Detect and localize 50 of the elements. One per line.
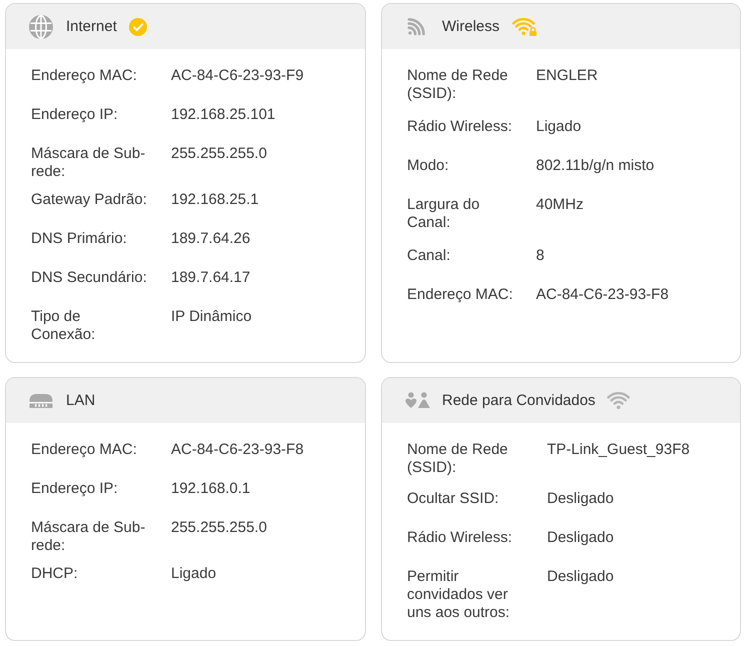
field-label: Endereço IP:	[31, 480, 119, 498]
field-value: 192.168.25.101	[171, 106, 276, 124]
field-label: Nome de Rede (SSID):	[407, 441, 509, 477]
router-icon	[29, 393, 53, 408]
field-value: Desligado	[547, 490, 614, 508]
field-label: Máscara de Sub-rede:	[31, 519, 146, 555]
card-title: LAN	[66, 392, 96, 410]
field-value: 192.168.0.1	[171, 480, 250, 498]
field-label: DHCP:	[31, 565, 79, 583]
field-label: Tipo de Conexão:	[31, 308, 96, 344]
field-value: AC-84-C6-23-93-F8	[536, 286, 669, 304]
card-title: Internet	[66, 18, 117, 36]
users-icon	[405, 392, 430, 409]
field-label: Rádio Wireless:	[407, 529, 514, 547]
field-label: Gateway Padrão:	[31, 191, 148, 209]
field-label: Rádio Wireless:	[407, 118, 514, 136]
field-label: Endereço MAC:	[31, 67, 138, 85]
field-label: Modo:	[407, 157, 450, 175]
field-label: Permitir convidados ver uns aos outros:	[407, 568, 511, 622]
field-value: 40MHz	[536, 196, 584, 214]
field-label: Nome de Rede (SSID):	[407, 67, 509, 103]
field-label: Endereço MAC:	[31, 441, 138, 459]
field-value: 192.168.25.1	[171, 191, 259, 209]
field-value: 189.7.64.17	[171, 269, 250, 287]
globe-icon	[29, 14, 53, 38]
field-value: 255.255.255.0	[171, 145, 267, 163]
field-label: Largura do Canal:	[407, 196, 481, 232]
field-value: 8	[536, 247, 544, 265]
field-label: Endereço IP:	[31, 106, 119, 124]
card-title: Rede para Convidados	[442, 392, 596, 410]
field-value: IP Dinâmico	[171, 308, 252, 326]
field-value: AC-84-C6-23-93-F9	[171, 67, 304, 85]
field-value: ENGLER	[536, 67, 598, 85]
field-label: DNS Primário:	[31, 230, 128, 248]
field-value: Ligado	[536, 118, 582, 136]
field-label: Máscara de Sub-rede:	[31, 145, 146, 181]
field-label: DNS Secundário:	[31, 269, 148, 287]
field-value: 802.11b/g/n misto	[536, 157, 654, 175]
field-value: Ligado	[171, 565, 216, 583]
field-value: TP-Link_Guest_93F8	[547, 441, 690, 459]
field-value: Desligado	[547, 529, 614, 547]
signal-icon	[407, 18, 426, 36]
field-value: Desligado	[547, 568, 614, 586]
field-label: Endereço MAC:	[407, 286, 514, 304]
field-value: 189.7.64.26	[171, 230, 250, 248]
field-label: Ocultar SSID:	[407, 490, 500, 508]
field-label: Canal:	[407, 247, 452, 265]
field-value: 255.255.255.0	[171, 519, 267, 537]
card-title: Wireless	[442, 18, 500, 36]
field-value: AC-84-C6-23-93-F8	[171, 441, 304, 459]
